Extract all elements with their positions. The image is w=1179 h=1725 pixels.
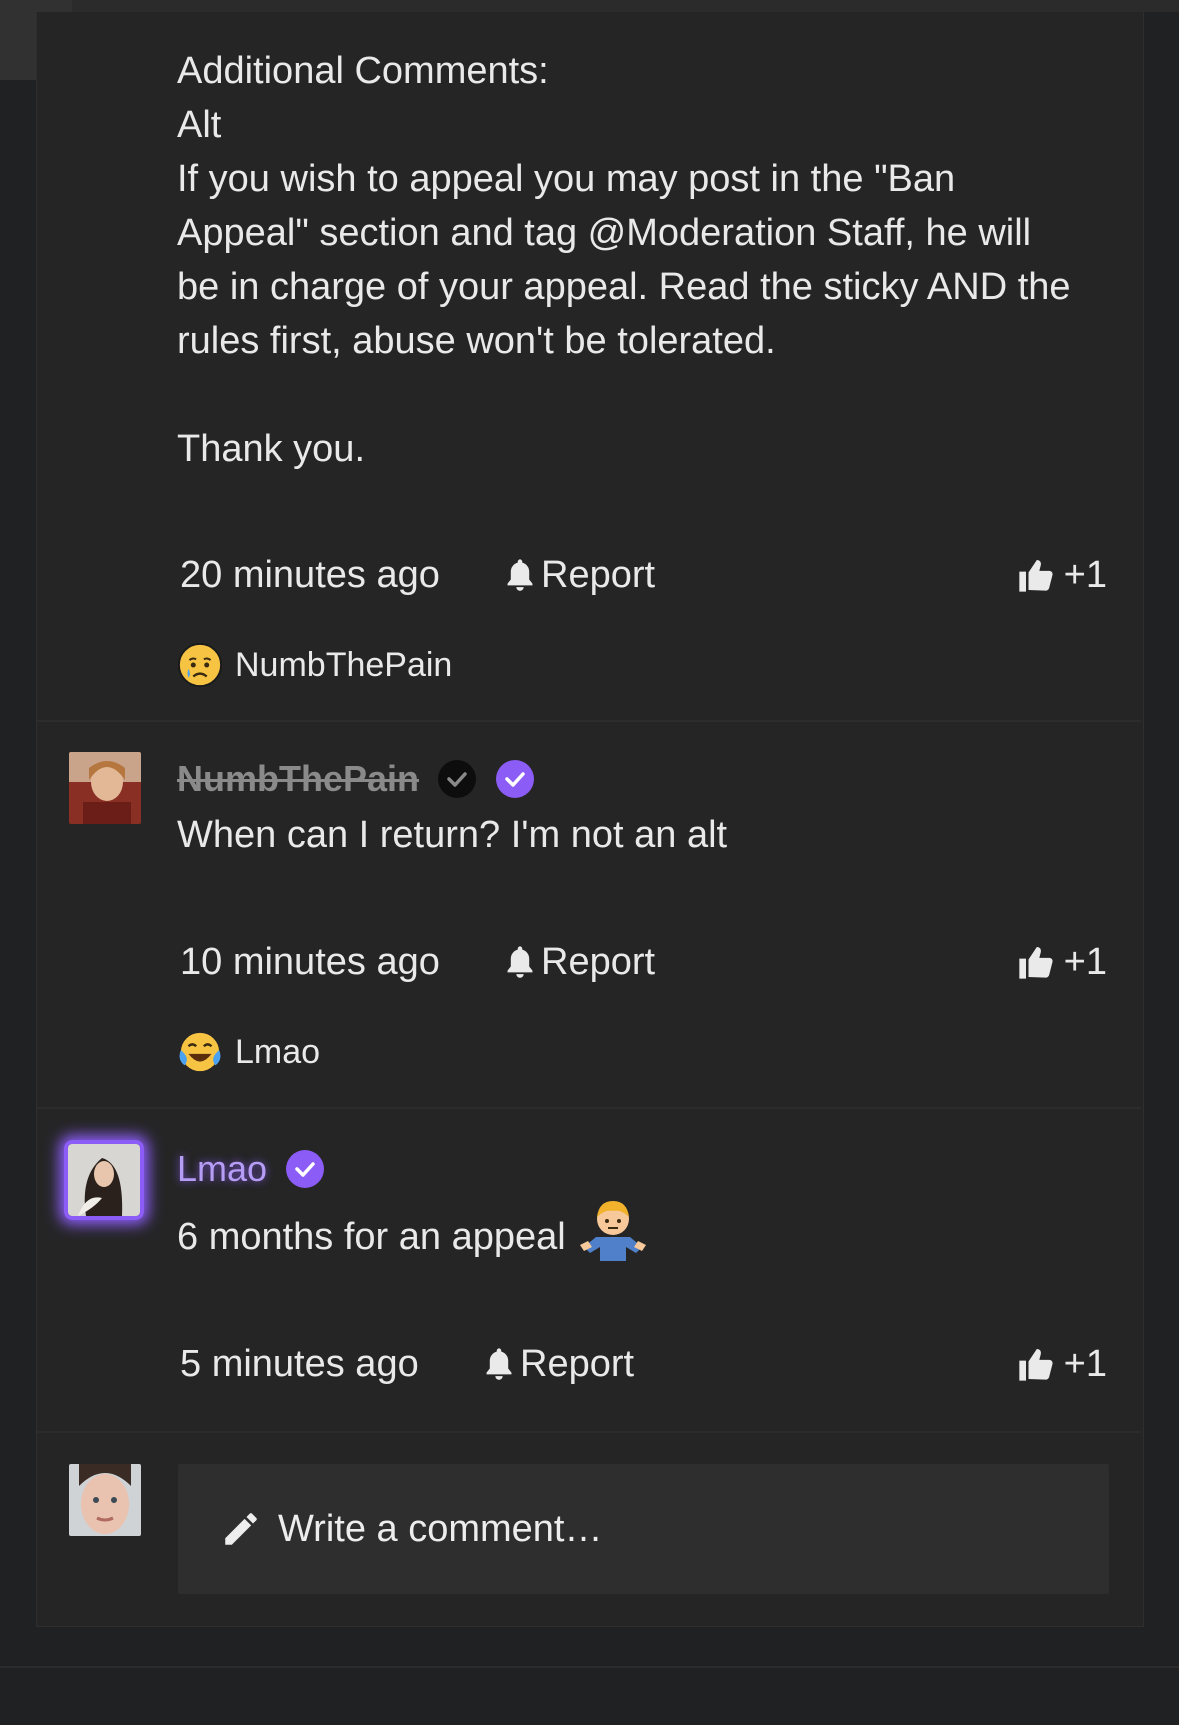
avatar-image — [68, 1144, 140, 1216]
report-label: Report — [520, 1343, 635, 1385]
comment-meta: 10 minutes ago Report +1 — [177, 937, 1107, 987]
reaction-item[interactable]: Lmao — [177, 1027, 320, 1077]
current-user-avatar[interactable] — [69, 1464, 141, 1536]
like-count: +1 — [1063, 554, 1107, 596]
top-strip — [0, 0, 1179, 12]
post-heading: Additional Comments: — [177, 50, 549, 92]
crying-face-icon — [177, 642, 223, 688]
like-count: +1 — [1063, 941, 1107, 983]
comment-timestamp: 10 minutes ago — [180, 941, 440, 983]
post-line: be in charge of your appeal. Read the st… — [177, 266, 1071, 308]
verified-badge-icon — [496, 760, 535, 798]
report-button[interactable]: Report — [503, 550, 655, 600]
pencil-icon — [225, 1513, 257, 1545]
avatar[interactable] — [69, 752, 141, 824]
like-button[interactable]: +1 — [1016, 550, 1107, 600]
comment-author[interactable]: Lmao — [177, 1144, 325, 1194]
post-line: Alt — [177, 104, 222, 146]
reaction-user: Lmao — [235, 1032, 321, 1071]
bell-icon — [507, 559, 533, 591]
bell-icon — [486, 1348, 512, 1380]
like-button[interactable]: +1 — [1016, 1339, 1107, 1389]
username: NumbThePain — [177, 758, 420, 799]
reaction-item[interactable]: NumbThePain — [177, 640, 452, 690]
post-timestamp: 20 minutes ago — [180, 554, 440, 596]
verified-badge-icon — [286, 1150, 325, 1188]
like-count: +1 — [1063, 1343, 1107, 1385]
comment-text-row: 6 months for an appeal — [177, 1201, 648, 1264]
comment-meta: 5 minutes ago Report +1 — [177, 1339, 1107, 1389]
check-badge-icon — [438, 760, 477, 798]
report-label: Report — [541, 941, 656, 983]
post-line: Thank you. — [177, 428, 365, 470]
report-label: Report — [541, 554, 656, 596]
report-button[interactable]: Report — [503, 937, 655, 987]
username: Lmao — [177, 1148, 268, 1189]
report-button[interactable]: Report — [482, 1339, 634, 1389]
comment-author[interactable]: NumbThePain — [177, 754, 535, 804]
post-meta: 20 minutes ago Report +1 — [177, 550, 1107, 600]
comment-placeholder: Write a comment… — [278, 1507, 603, 1550]
comment-text: When can I return? I'm not an alt — [177, 814, 728, 856]
divider — [37, 1431, 1141, 1433]
comment-timestamp: 5 minutes ago — [180, 1343, 419, 1385]
like-button[interactable]: +1 — [1016, 937, 1107, 987]
bell-icon — [507, 946, 533, 978]
divider — [37, 1107, 1141, 1109]
thumbs-up-icon — [1019, 1349, 1053, 1381]
laughing-tears-face-icon — [179, 1032, 221, 1072]
reaction-user: NumbThePain — [235, 645, 453, 684]
post-line: rules first, abuse won't be tolerated. — [177, 320, 776, 362]
avatar[interactable] — [64, 1140, 144, 1220]
avatar-image — [69, 752, 141, 824]
thumbs-up-icon — [1019, 947, 1053, 979]
avatar-image — [69, 1464, 141, 1536]
post-line: If you wish to appeal you may post in th… — [177, 158, 956, 200]
comment-input[interactable]: Write a comment… — [178, 1464, 1109, 1594]
divider — [37, 720, 1141, 722]
man-shrugging-icon — [579, 1201, 646, 1261]
comment-text: 6 months for an appeal — [177, 1216, 566, 1258]
thumbs-up-icon — [1019, 560, 1053, 592]
post-line: Appeal" section and tag @Moderation Staf… — [177, 212, 1032, 254]
bottom-divider — [0, 1666, 1179, 1668]
